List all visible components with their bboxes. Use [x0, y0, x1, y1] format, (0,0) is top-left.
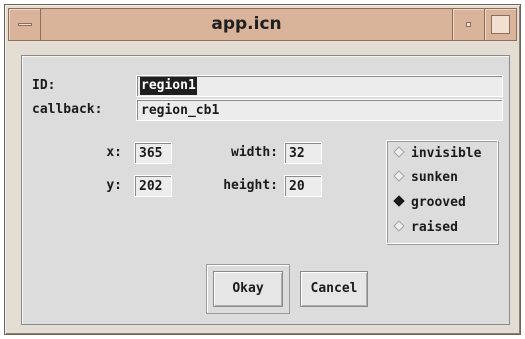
- id-field-value: region1: [140, 77, 197, 95]
- radio-diamond-icon: [393, 146, 405, 158]
- id-field[interactable]: region1: [136, 75, 503, 97]
- height-label: height:: [223, 178, 278, 193]
- y-label: y:: [106, 178, 122, 193]
- x-field[interactable]: [134, 142, 172, 164]
- height-field[interactable]: [284, 175, 322, 197]
- id-label: ID:: [32, 78, 56, 93]
- width-label: width:: [231, 145, 278, 160]
- radio-diamond-selected-icon: [393, 195, 405, 207]
- minimize-icon: [466, 22, 471, 27]
- callback-field[interactable]: [136, 99, 503, 121]
- radio-grooved[interactable]: grooved: [393, 192, 466, 214]
- window-menu-icon: [18, 23, 32, 26]
- minimize-button[interactable]: [452, 9, 484, 40]
- okay-button[interactable]: Okay: [213, 271, 283, 307]
- window-title: app.icn: [211, 14, 282, 34]
- cancel-button[interactable]: Cancel: [300, 271, 368, 307]
- dialog-window: app.icn ID: region1 callback: x: width: …: [4, 4, 521, 335]
- title-bar[interactable]: app.icn: [8, 8, 517, 41]
- y-field[interactable]: [134, 175, 172, 197]
- x-label: x:: [106, 145, 122, 160]
- radio-raised[interactable]: raised: [393, 217, 458, 239]
- window-menu-button[interactable]: [9, 9, 41, 40]
- callback-label: callback:: [32, 102, 103, 117]
- maximize-button[interactable]: [484, 9, 516, 40]
- style-radio-group: invisible sunken grooved raised: [386, 140, 498, 244]
- dialog-content: ID: region1 callback: x: width: y: heigh…: [21, 55, 510, 325]
- width-field[interactable]: [284, 142, 322, 164]
- radio-diamond-icon: [393, 220, 405, 232]
- radio-sunken[interactable]: sunken: [393, 167, 458, 189]
- radio-invisible[interactable]: invisible: [393, 143, 481, 165]
- radio-diamond-icon: [393, 170, 405, 182]
- maximize-icon: [491, 15, 510, 34]
